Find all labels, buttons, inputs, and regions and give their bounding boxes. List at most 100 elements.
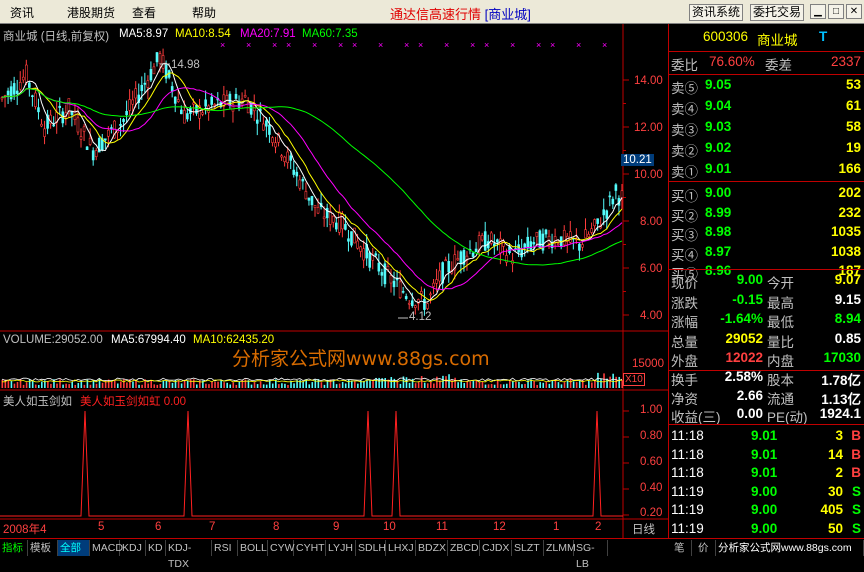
quote-cell: 今开 xyxy=(767,276,794,291)
candle-body xyxy=(423,298,426,310)
quote-cell: 1924.1 xyxy=(819,406,861,421)
volume-bar xyxy=(417,382,420,388)
volume-unit-label: X10 xyxy=(623,373,645,386)
candle-body xyxy=(289,155,293,161)
quote-cell: 买② xyxy=(671,208,698,224)
tab-kdj[interactable]: KDJ xyxy=(120,540,146,556)
volume-bar xyxy=(575,382,578,388)
maximize-icon[interactable]: □ xyxy=(828,4,844,19)
candle-body xyxy=(459,251,463,265)
volume-bar xyxy=(138,384,140,388)
volume-bar xyxy=(600,378,602,388)
volume-bar xyxy=(463,383,466,388)
volume-bar xyxy=(335,384,338,388)
quote-cell: 外盘 xyxy=(671,354,698,369)
bid-row: 买② 8.99 232 xyxy=(669,204,864,225)
volume-bar xyxy=(457,382,459,388)
ma-lines: × × × × × × × × × × × × × × × × × × xyxy=(1,40,623,319)
volume-bar xyxy=(603,373,605,388)
candle-body xyxy=(404,296,408,300)
tab-模板[interactable]: 模板 xyxy=(28,540,58,556)
volume-bar xyxy=(13,383,16,388)
volume-bar xyxy=(493,384,496,388)
candle-body xyxy=(544,229,548,235)
volume-bar xyxy=(186,380,189,388)
status-jia[interactable]: 价 xyxy=(696,540,716,556)
ma5-line xyxy=(1,62,623,304)
quote-cell: 9.01 xyxy=(751,428,778,443)
tab-cyht[interactable]: CYHT xyxy=(294,540,326,556)
tab-lyjh[interactable]: LYJH xyxy=(326,540,356,556)
volume-bar xyxy=(524,383,526,388)
trade-button[interactable]: 委托交易 xyxy=(750,4,805,21)
ask-row: 卖⑤ 9.05 53 xyxy=(669,76,864,97)
minimize-icon[interactable]: ▁ xyxy=(810,4,826,19)
candle-body xyxy=(43,128,46,137)
tab-lhxj[interactable]: LHXJ xyxy=(386,540,416,556)
quote-cell: 内盘 xyxy=(767,354,794,369)
menu-help[interactable]: 帮助 xyxy=(192,4,216,21)
signal-mark: × xyxy=(444,40,449,50)
signal-mark: × xyxy=(510,40,515,50)
quote-cell: 9.00 xyxy=(751,520,778,536)
month-5: 5 xyxy=(98,521,105,533)
signal-mark: × xyxy=(286,40,291,50)
kline-chart[interactable]: × × × × × × × × × × × × × × × × × × xyxy=(0,24,668,538)
status-site[interactable]: 分析家公式网www.88gs.com xyxy=(716,540,864,556)
volume-bar xyxy=(487,384,490,388)
period-label[interactable]: 日线 xyxy=(632,521,655,537)
candle-body xyxy=(587,233,590,238)
tab-cyw[interactable]: CYW xyxy=(268,540,295,556)
tab-slzt[interactable]: SLZT xyxy=(512,540,544,556)
tab-sdlh[interactable]: SDLH xyxy=(356,540,386,556)
quote-cell: 卖③ xyxy=(671,123,698,138)
volume-bar xyxy=(594,380,596,388)
t-flag: T xyxy=(819,29,828,44)
candle-body xyxy=(201,112,204,115)
tab-zlmm[interactable]: ZLMM xyxy=(544,540,576,556)
volume-bar xyxy=(165,380,168,388)
volume-bar xyxy=(563,382,566,388)
quote-cell: 最低 xyxy=(767,315,794,330)
ma10-label: MA10:8.54 xyxy=(175,28,231,40)
tab-rsi[interactable]: RSI xyxy=(212,540,238,556)
candle-body xyxy=(471,252,475,257)
volume-bar xyxy=(481,381,484,388)
tab-bdzx[interactable]: BDZX xyxy=(416,540,448,556)
candle-body xyxy=(414,305,417,308)
candle-body xyxy=(37,107,40,113)
tab-sg-lb[interactable]: SG-LB xyxy=(574,540,608,570)
volume-bar xyxy=(591,382,593,388)
tab-zbcd[interactable]: ZBCD xyxy=(448,540,480,556)
tab-kdj-tdx[interactable]: KDJ-TDX xyxy=(166,540,212,570)
tab-kd[interactable]: KD xyxy=(146,540,166,556)
info-system-button[interactable]: 资讯系统 xyxy=(689,4,744,21)
menu-hk-futures[interactable]: 港股期货 xyxy=(67,4,115,21)
quote-cell: 8.97 xyxy=(705,243,732,259)
tab-macd[interactable]: MACD xyxy=(90,540,123,556)
tab-指标[interactable]: 指标 xyxy=(0,540,28,556)
quote-cell: 29052 xyxy=(725,330,763,346)
tab-boll[interactable]: BOLL xyxy=(238,540,268,556)
volume-bar xyxy=(451,379,453,388)
quote-cell: 11:19 xyxy=(671,502,704,517)
stat-row: 涨跌 -0.15 最高 9.15 xyxy=(669,291,864,312)
candle-body xyxy=(313,204,317,208)
candle-body xyxy=(146,80,150,88)
volume-bar xyxy=(22,384,25,388)
volume-bar xyxy=(220,379,222,388)
tab-全部[interactable]: 全部 xyxy=(58,540,90,556)
close-icon[interactable]: ✕ xyxy=(846,4,862,19)
tab-cjdx[interactable]: CJDX xyxy=(480,540,512,556)
ma60-label: MA60:7.35 xyxy=(302,28,358,40)
candle-body xyxy=(176,99,180,102)
volume-bar xyxy=(615,376,617,388)
quote-cell: 卖① xyxy=(671,165,698,180)
menu-view[interactable]: 查看 xyxy=(132,4,156,21)
candle-body xyxy=(374,253,378,256)
quote-cell: 买④ xyxy=(671,247,698,263)
menu-info[interactable]: 资讯 xyxy=(10,4,34,21)
quote-cell: 9.01 xyxy=(751,465,778,480)
status-bi[interactable]: 笔 xyxy=(672,540,692,556)
quote-cell: 卖⑤ xyxy=(671,81,698,96)
